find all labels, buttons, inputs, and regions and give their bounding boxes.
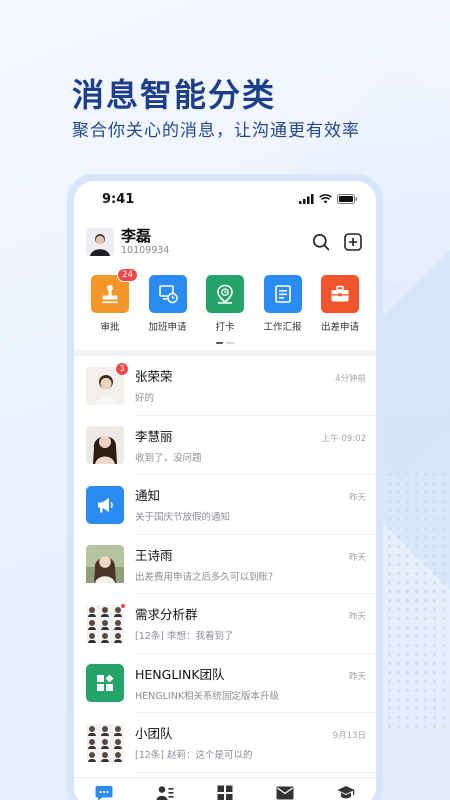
mail-icon[interactable] [276, 786, 294, 800]
conversation-item[interactable]: 王诗雨 昨天 出差费用申请之后多久可以到账？ [74, 535, 376, 594]
phone-screen: 9:41 李磊 10109934 24 审批 加班申请 打卡 工作汇报 出差申请… [74, 181, 376, 800]
status-icons [299, 194, 358, 204]
conversation-time: 昨天 [348, 552, 366, 563]
conversation-title: 王诗雨 [135, 547, 173, 563]
group-avatar [86, 723, 124, 762]
avatar[interactable] [86, 228, 114, 256]
workbench-icon[interactable] [217, 785, 233, 800]
conversation-item[interactable]: HENGLINK团队 昨天 HENGLINK相关系统固定版本升级 [74, 654, 376, 713]
profile-id: 10109934 [121, 245, 170, 256]
conversation-preview: 收到了，没问题 [135, 452, 202, 464]
learning-icon[interactable] [337, 785, 355, 800]
battery-icon [337, 194, 358, 204]
conversation-time: 上午 09:02 [321, 433, 366, 444]
bottom-tab-bar [74, 777, 376, 800]
location-clock-icon [206, 275, 244, 313]
conversation-time: 4分钟前 [335, 374, 366, 385]
conversation-item[interactable]: 需求分析群 昨天 [12条] 李想：我看到了 [74, 594, 376, 654]
conversation-list: 3 张荣荣 4分钟前 好的 李慧丽 上午 09:02 收到了，没问题 通知 昨天… [74, 356, 376, 773]
avatar [86, 545, 124, 584]
avatar [86, 426, 124, 465]
conversation-preview: 好的 [135, 393, 155, 405]
pager-indicator [74, 342, 376, 344]
app-overtime[interactable]: 加班申请 [144, 275, 192, 333]
briefcase-icon [321, 275, 359, 313]
conversation-title: 李慧丽 [135, 428, 173, 444]
conversation-preview: [12条] 李想：我看到了 [135, 631, 234, 643]
stamp-icon: 24 [91, 268, 138, 313]
conversation-time: 昨天 [348, 493, 366, 504]
conversation-title: 小团队 [135, 726, 173, 742]
pager-dot-active [215, 342, 223, 344]
app-report[interactable]: 工作汇报 [259, 275, 307, 333]
contacts-icon[interactable] [156, 785, 174, 800]
background-dots [385, 470, 445, 730]
avatar: 3 [86, 361, 129, 405]
unread-badge: 3 [115, 361, 129, 376]
app-label: 审批 [100, 322, 120, 333]
conversation-title: 需求分析群 [135, 607, 198, 623]
signal-icon [299, 194, 314, 204]
megaphone-icon [86, 485, 124, 524]
wifi-icon [319, 194, 332, 204]
conversation-title: HENGLINK团队 [135, 666, 225, 682]
conversation-title: 通知 [135, 488, 161, 504]
conversation-preview: [12条] 赵莉：这个是可以的 [135, 750, 253, 762]
team-icon [86, 664, 124, 703]
app-approval[interactable]: 24 审批 [86, 268, 138, 333]
conversation-preview: 出差费用申请之后多久可以到账？ [135, 571, 278, 583]
app-business-trip[interactable]: 出差申请 [316, 275, 364, 333]
conversation-time: 9月13日 [332, 731, 366, 742]
app-label: 加班申请 [148, 322, 187, 333]
phone-frame: 9:41 李磊 10109934 24 审批 加班申请 打卡 工作汇报 出差申请… [67, 174, 383, 800]
status-time: 9:41 [102, 191, 135, 207]
conversation-item[interactable]: 李慧丽 上午 09:02 收到了，没问题 [74, 416, 376, 475]
add-icon[interactable] [344, 233, 362, 251]
approval-badge: 24 [117, 268, 138, 282]
search-icon[interactable] [312, 233, 330, 251]
app-checkin[interactable]: 打卡 [201, 275, 249, 333]
conversation-item[interactable]: 3 张荣荣 4分钟前 好的 [74, 356, 376, 416]
conversation-item[interactable]: 通知 昨天 关于国庆节放假的通知 [74, 475, 376, 535]
hero-title: 消息智能分类 [72, 76, 277, 114]
overtime-icon [148, 275, 187, 313]
status-bar: 9:41 [74, 181, 376, 217]
conversation-time: 昨天 [348, 612, 366, 623]
app-label: 工作汇报 [263, 322, 302, 333]
profile-header: 李磊 10109934 [74, 217, 376, 263]
hero-subtitle: 聚合你关心的消息，让沟通更有效率 [72, 121, 360, 141]
conversation-title: 张荣荣 [135, 369, 173, 385]
pager-dot [225, 342, 235, 344]
conversation-time: 昨天 [348, 671, 366, 682]
conversation-item[interactable]: 小团队 9月13日 [12条] 赵莉：这个是可以的 [74, 713, 376, 773]
profile-name: 李磊 [121, 227, 152, 245]
report-icon [263, 275, 302, 313]
app-shortcuts: 24 审批 加班申请 打卡 工作汇报 出差申请 [74, 268, 376, 333]
app-label: 打卡 [215, 322, 235, 333]
conversation-preview: HENGLINK相关系统固定版本升级 [135, 690, 280, 702]
conversation-preview: 关于国庆节放假的通知 [135, 512, 231, 524]
chat-icon[interactable] [95, 785, 113, 800]
unread-dot [120, 602, 126, 609]
group-avatar [86, 602, 126, 643]
app-label: 出差申请 [320, 322, 359, 333]
